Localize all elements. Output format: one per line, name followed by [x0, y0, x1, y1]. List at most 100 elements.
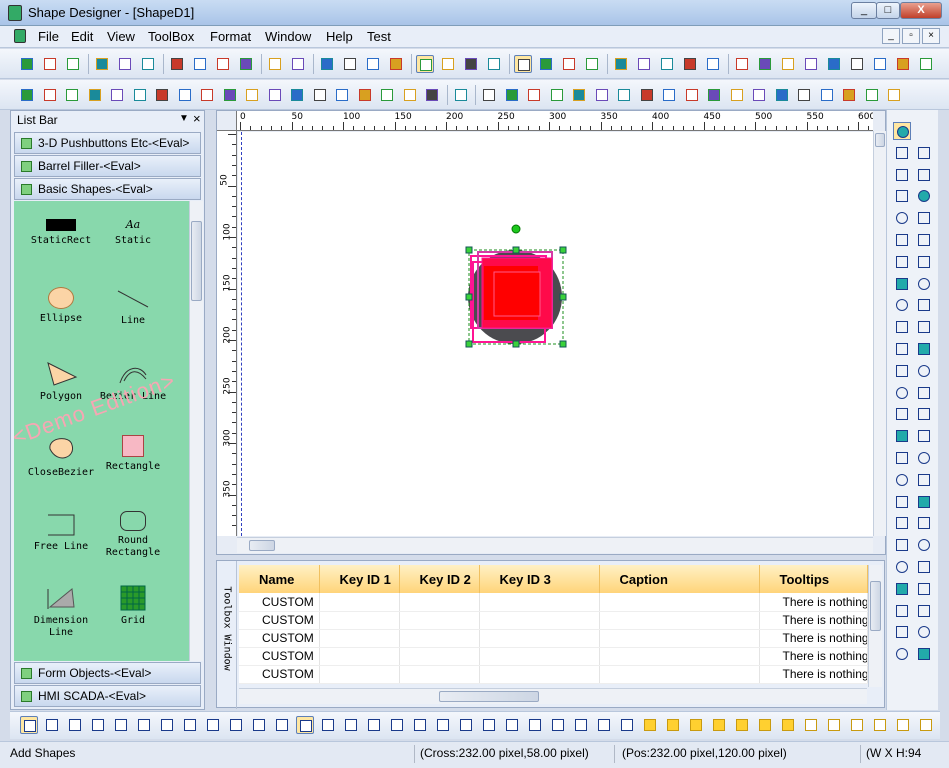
align-tool-icon[interactable]	[894, 716, 912, 734]
toolbar-button-icon[interactable]	[116, 55, 134, 73]
toolbar-button-icon[interactable]	[635, 55, 653, 73]
selected-shapes[interactable]	[238, 132, 873, 536]
table-horizontal-scrollbar[interactable]	[239, 688, 867, 704]
toolbar-button-icon[interactable]	[191, 55, 209, 73]
toolbar-button-icon[interactable]	[840, 86, 858, 104]
canvas-horizontal-scrollbar[interactable]	[237, 537, 873, 553]
toolbar-button-icon[interactable]	[41, 55, 59, 73]
align-tool-icon[interactable]	[365, 716, 383, 734]
shape-tool-icon[interactable]	[915, 405, 933, 423]
table-cell[interactable]	[479, 593, 600, 612]
align-tool-icon[interactable]	[388, 716, 406, 734]
toolbar-button-icon[interactable]	[733, 55, 751, 73]
shape-tool-icon[interactable]	[893, 558, 911, 576]
align-tool-icon[interactable]	[664, 716, 682, 734]
menu-toolbox[interactable]: ToolBox	[148, 29, 194, 44]
toolbar-button-icon[interactable]	[825, 55, 843, 73]
table-cell[interactable]: CUSTOM	[239, 593, 320, 612]
table-cell[interactable]	[479, 665, 600, 684]
group-form-objects[interactable]: Form Objects-<Eval>	[14, 662, 201, 684]
table-cell[interactable]	[399, 665, 480, 684]
align-tool-icon[interactable]	[572, 716, 590, 734]
align-tool-icon[interactable]	[112, 716, 130, 734]
toolbar-button-icon[interactable]	[863, 86, 881, 104]
toolbar-button-icon[interactable]	[41, 86, 59, 104]
toolbar-button-icon[interactable]	[108, 86, 126, 104]
toolbar-button-icon[interactable]	[378, 86, 396, 104]
toolbar-button-icon[interactable]	[756, 55, 774, 73]
shape-tool-icon[interactable]	[893, 340, 911, 358]
column-header[interactable]: Key ID 3	[479, 565, 600, 593]
toolbar-button-icon[interactable]	[198, 86, 216, 104]
align-tool-icon[interactable]	[158, 716, 176, 734]
toolbar-button-icon[interactable]	[318, 55, 336, 73]
toolbar-button-icon[interactable]	[485, 55, 503, 73]
toolbar-button-icon[interactable]	[237, 55, 255, 73]
shape-tool-icon[interactable]	[915, 362, 933, 380]
toolbar-button-icon[interactable]	[660, 86, 678, 104]
table-row[interactable]: CUSTOM There is nothing f	[239, 593, 868, 612]
table-row[interactable]: CUSTOM There is nothing f	[239, 611, 868, 630]
shape-staticrect[interactable]: StaticRect	[26, 219, 96, 247]
mdi-close-button[interactable]: ×	[922, 28, 940, 44]
toolbar-button-icon[interactable]	[848, 55, 866, 73]
align-tool-icon[interactable]	[756, 716, 774, 734]
shape-tool-icon[interactable]	[915, 514, 933, 532]
shape-tool-icon[interactable]	[893, 122, 911, 140]
toolbar-button-icon[interactable]	[387, 55, 405, 73]
shape-tool-icon[interactable]	[893, 318, 911, 336]
doc-icon[interactable]	[14, 29, 26, 43]
table-cell[interactable]	[479, 647, 600, 666]
scroll-thumb[interactable]	[875, 133, 885, 147]
shape-rectangle[interactable]: Rectangle	[98, 435, 168, 473]
shape-tool-icon[interactable]	[915, 253, 933, 271]
align-tool-icon[interactable]	[526, 716, 544, 734]
table-cell[interactable]	[319, 629, 400, 648]
shape-tool-icon[interactable]	[893, 514, 911, 532]
scroll-thumb[interactable]	[439, 691, 539, 702]
list-bar-dropdown-icon[interactable]: ▼	[179, 113, 189, 124]
menu-help[interactable]: Help	[326, 29, 353, 44]
align-tool-icon[interactable]	[227, 716, 245, 734]
shape-tool-icon[interactable]	[915, 275, 933, 293]
align-tool-icon[interactable]	[480, 716, 498, 734]
align-tool-icon[interactable]	[871, 716, 889, 734]
toolbar-button-icon[interactable]	[681, 55, 699, 73]
toolbar-button-icon[interactable]	[514, 55, 532, 73]
toolbar-button-icon[interactable]	[560, 55, 578, 73]
toolbar-button-icon[interactable]	[795, 86, 813, 104]
menu-view[interactable]: View	[107, 29, 135, 44]
align-tool-icon[interactable]	[411, 716, 429, 734]
table-cell[interactable]: CUSTOM	[239, 647, 320, 666]
toolbar-button-icon[interactable]	[658, 55, 676, 73]
align-tool-icon[interactable]	[503, 716, 521, 734]
toolbar-button-icon[interactable]	[750, 86, 768, 104]
toolbar-button-icon[interactable]	[537, 55, 555, 73]
align-tool-icon[interactable]	[250, 716, 268, 734]
align-tool-icon[interactable]	[641, 716, 659, 734]
toolbar-button-icon[interactable]	[704, 55, 722, 73]
align-tool-icon[interactable]	[779, 716, 797, 734]
toolbar-button-icon[interactable]	[168, 55, 186, 73]
toolbar-button-icon[interactable]	[439, 55, 457, 73]
toolbar-button-icon[interactable]	[63, 86, 81, 104]
column-header[interactable]: Tooltips	[759, 565, 868, 593]
menu-edit[interactable]: Edit	[71, 29, 93, 44]
toolbar-button-icon[interactable]	[266, 86, 284, 104]
group-hmi-scada[interactable]: HMI SCADA-<Eval>	[14, 685, 201, 707]
align-tool-icon[interactable]	[687, 716, 705, 734]
shape-tool-icon[interactable]	[893, 493, 911, 511]
shape-tool-icon[interactable]	[893, 580, 911, 598]
shape-grid[interactable]: Grid	[98, 585, 168, 627]
toolbar-button-icon[interactable]	[423, 86, 441, 104]
align-tool-icon[interactable]	[273, 716, 291, 734]
shape-tool-icon[interactable]	[915, 318, 933, 336]
toolbar-button-icon[interactable]	[243, 86, 261, 104]
shape-polygon[interactable]: Polygon	[26, 361, 96, 403]
table-cell[interactable]	[399, 593, 480, 612]
align-tool-icon[interactable]	[848, 716, 866, 734]
toolbar-button-icon[interactable]	[289, 55, 307, 73]
align-tool-icon[interactable]	[733, 716, 751, 734]
align-tool-icon[interactable]	[43, 716, 61, 734]
table-cell[interactable]: CUSTOM	[239, 629, 320, 648]
